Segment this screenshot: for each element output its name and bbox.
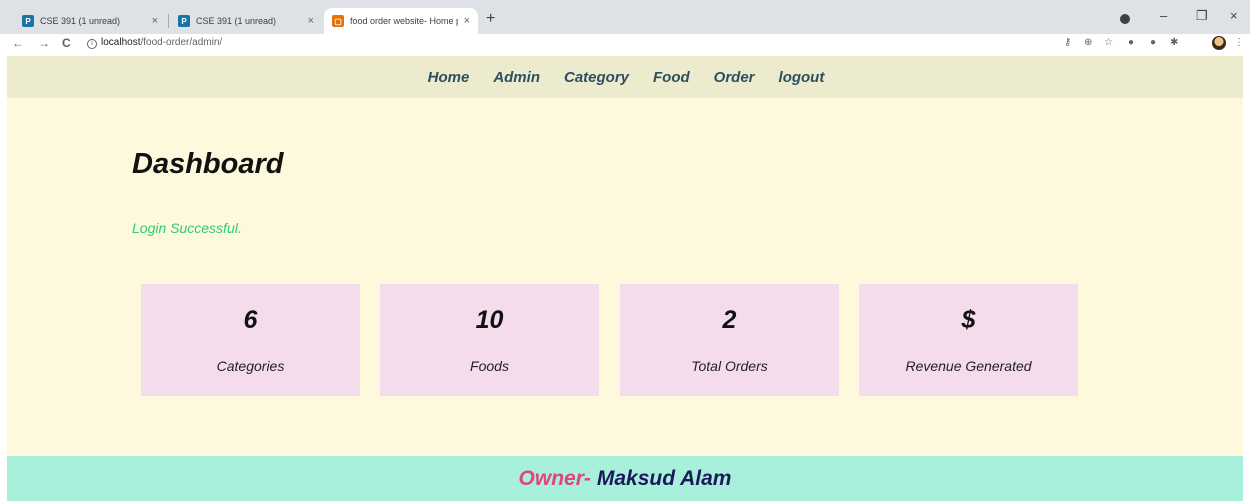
profile-avatar[interactable]: [1212, 36, 1226, 50]
page-title: Dashboard: [132, 148, 284, 180]
nav-category[interactable]: Category: [564, 69, 629, 86]
chrome-profile-icon[interactable]: [1120, 14, 1130, 24]
tab-close-icon[interactable]: ×: [464, 15, 470, 27]
tab-divider: [168, 14, 169, 28]
nav-admin[interactable]: Admin: [493, 69, 540, 86]
stat-value: 2: [722, 306, 737, 334]
menu-kebab-icon[interactable]: ⋮: [1234, 37, 1244, 48]
browser-tab-1[interactable]: P CSE 391 (1 unread) ×: [14, 8, 166, 34]
back-icon[interactable]: ←: [12, 36, 24, 50]
zoom-icon[interactable]: ⊕: [1084, 37, 1092, 48]
stat-label: Categories: [216, 358, 285, 374]
nav-home[interactable]: Home: [428, 69, 470, 86]
tab-close-icon[interactable]: ×: [308, 15, 314, 27]
browser-tab-2[interactable]: P CSE 391 (1 unread) ×: [170, 8, 322, 34]
site-info-icon[interactable]: i: [87, 39, 97, 49]
stat-card-revenue: $ Revenue Generated: [859, 284, 1078, 396]
tab-close-icon[interactable]: ×: [152, 15, 158, 27]
stat-value: $: [961, 306, 976, 334]
bookmark-star-icon[interactable]: ☆: [1104, 37, 1113, 48]
minimize-icon[interactable]: –: [1160, 8, 1167, 23]
puzzle-extensions-icon[interactable]: ✱: [1170, 37, 1178, 48]
nav-order[interactable]: Order: [714, 69, 755, 86]
maximize-icon[interactable]: ❐: [1196, 8, 1208, 24]
window-close-icon[interactable]: ×: [1230, 8, 1238, 23]
site-favicon-icon: ▢: [332, 15, 344, 27]
stat-value: 10: [475, 306, 504, 334]
tab-title: CSE 391 (1 unread): [196, 16, 277, 26]
owner-label: Owner-: [518, 466, 591, 490]
page-footer: Owner- Maksud Alam: [7, 456, 1243, 501]
url-path: /food-order/admin/: [140, 37, 223, 48]
stat-card-foods: 10 Foods: [380, 284, 599, 396]
key-icon[interactable]: ⚷: [1064, 37, 1071, 48]
stat-label: Foods: [470, 358, 509, 374]
web-page: Home Admin Category Food Order logout Da…: [7, 56, 1243, 501]
forward-icon[interactable]: →: [38, 36, 50, 50]
tab-title: food order website- Home page: [350, 16, 458, 26]
shield-extension-icon[interactable]: ●: [1128, 37, 1134, 48]
piazza-favicon-icon: P: [22, 15, 34, 27]
stat-card-total-orders: 2 Total Orders: [620, 284, 839, 396]
stat-value: 6: [243, 306, 258, 334]
nav-food[interactable]: Food: [653, 69, 690, 86]
tab-title: CSE 391 (1 unread): [40, 16, 121, 26]
stat-label: Revenue Generated: [905, 358, 1032, 374]
browser-tab-strip: P CSE 391 (1 unread) × P CSE 391 (1 unre…: [0, 0, 1250, 34]
piazza-favicon-icon: P: [178, 15, 190, 27]
url-field[interactable]: localhost/food-order/admin/: [101, 37, 222, 48]
browser-tab-active[interactable]: ▢ food order website- Home page ×: [324, 8, 478, 34]
owner-name: Maksud Alam: [596, 466, 732, 490]
stat-card-categories: 6 Categories: [141, 284, 360, 396]
login-success-message: Login Successful.: [132, 220, 242, 236]
stat-label: Total Orders: [691, 358, 768, 374]
nav-logout[interactable]: logout: [779, 69, 825, 86]
main-nav: Home Admin Category Food Order logout: [7, 56, 1243, 98]
reload-icon[interactable]: C: [62, 36, 71, 50]
extension-icon[interactable]: ●: [1150, 37, 1156, 48]
new-tab-icon[interactable]: +: [486, 10, 495, 28]
url-host: localhost: [101, 37, 141, 48]
